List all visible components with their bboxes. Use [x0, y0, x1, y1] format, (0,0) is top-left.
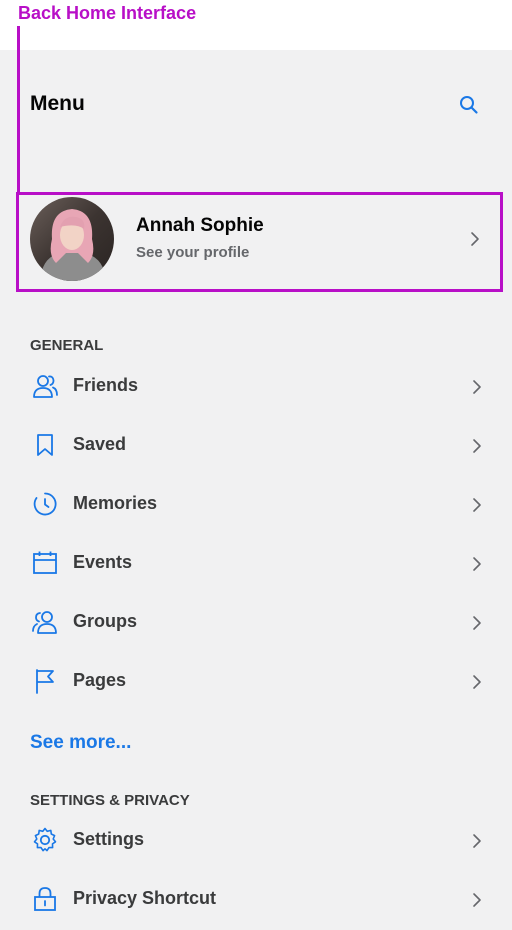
- section-heading-settings-privacy: SETTINGS & PRIVACY: [30, 792, 190, 809]
- search-button[interactable]: [456, 92, 482, 118]
- chevron-right-icon: [471, 232, 479, 246]
- gear-icon: [32, 827, 58, 853]
- menu-item-memories[interactable]: Memories: [0, 479, 512, 529]
- bookmark-icon: [32, 432, 58, 458]
- chevron-right-icon: [473, 675, 481, 689]
- menu-item-label: Events: [73, 552, 133, 572]
- menu-item-privacy-shortcut[interactable]: Privacy Shortcut: [0, 874, 512, 924]
- menu-item-label: Groups: [73, 611, 138, 631]
- section-heading-general: GENERAL: [30, 337, 104, 354]
- menu-item-pages[interactable]: Pages: [0, 656, 512, 706]
- menu-item-groups[interactable]: Groups: [0, 597, 512, 647]
- chevron-right-icon: [473, 498, 481, 512]
- page-title: Menu: [30, 92, 85, 115]
- search-icon: [460, 96, 478, 114]
- groups-icon: [32, 609, 58, 635]
- menu-item-label: Friends: [73, 375, 139, 395]
- annotation-pointer-line: [17, 26, 20, 194]
- menu-item-label: Saved: [73, 434, 127, 454]
- lock-icon: [32, 886, 58, 912]
- menu-item-saved[interactable]: Saved: [0, 420, 512, 470]
- clock-icon: [32, 491, 58, 517]
- chevron-right-icon: [473, 616, 481, 630]
- menu-item-events[interactable]: Events: [0, 538, 512, 588]
- chevron-right-icon: [473, 893, 481, 907]
- menu-item-label: Settings: [73, 829, 145, 849]
- see-more-link[interactable]: See more...: [30, 732, 131, 754]
- profile-subtitle: See your profile: [136, 244, 250, 261]
- annotation-label: Back Home Interface: [18, 3, 197, 23]
- chevron-right-icon: [473, 439, 481, 453]
- chevron-right-icon: [473, 557, 481, 571]
- calendar-icon: [32, 550, 58, 576]
- menu-item-label: Pages: [73, 670, 127, 690]
- avatar[interactable]: [30, 197, 114, 281]
- chevron-right-icon: [473, 380, 481, 394]
- menu-item-friends[interactable]: Friends: [0, 361, 512, 411]
- menu-item-label: Privacy Shortcut: [73, 888, 217, 908]
- profile-name: Annah Sophie: [136, 215, 264, 236]
- friends-icon: [32, 373, 58, 399]
- menu-item-settings[interactable]: Settings: [0, 815, 512, 865]
- chevron-right-icon: [473, 834, 481, 848]
- flag-icon: [32, 668, 58, 694]
- menu-item-label: Memories: [73, 493, 158, 513]
